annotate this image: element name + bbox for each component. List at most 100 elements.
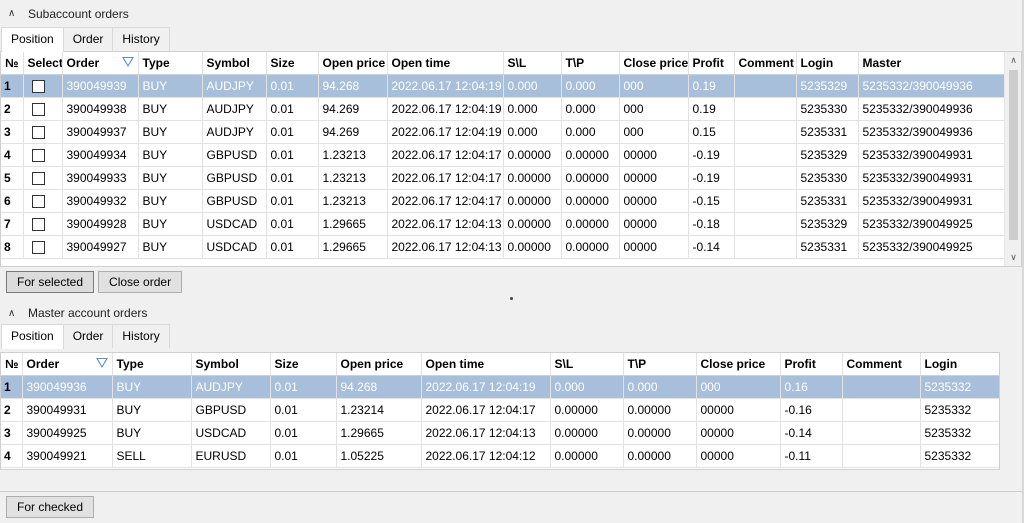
select-checkbox[interactable] — [31, 148, 45, 162]
select-checkbox[interactable] — [31, 217, 45, 231]
chevron-up-icon[interactable]: ∧ — [8, 308, 20, 319]
select-checkbox[interactable] — [31, 240, 45, 254]
table-cell: -0.11 — [780, 444, 843, 468]
column-header[interactable]: T\P — [561, 52, 620, 75]
table-row[interactable]: 3 390049937 BUY AUDJPY 0.01 94.269 2022.06.17 … — [1, 120, 1006, 144]
select-checkbox[interactable] — [31, 125, 45, 139]
table-row[interactable]: 5 390049933 BUY GBPUSD 0.01 1.23213 2022.06.17… — [1, 166, 1006, 190]
table-cell — [842, 421, 921, 445]
table-cell: 000 — [619, 74, 689, 98]
column-header[interactable]: Open price — [336, 353, 422, 376]
column-header[interactable]: № — [1, 52, 24, 75]
column-header[interactable]: Comment — [842, 353, 921, 376]
chevron-up-icon[interactable]: ∧ — [8, 8, 20, 19]
sort-descending-icon[interactable] — [95, 358, 108, 368]
scroll-up-icon[interactable]: ∧ — [1005, 52, 1021, 69]
column-header[interactable]: Open time — [387, 52, 504, 75]
column-header[interactable]: Login — [920, 353, 999, 376]
column-header[interactable]: Symbol — [191, 353, 271, 376]
table-cell: 0.000 — [503, 97, 562, 121]
for-checked-button[interactable]: For checked — [6, 496, 95, 518]
master-orders-header[interactable]: ∧ Master account orders — [0, 302, 1022, 324]
table-row[interactable]: 7 390049928 BUY USDCAD 0.01 1.29665 2022.06.17… — [1, 212, 1006, 236]
column-header[interactable]: Login — [796, 52, 859, 75]
column-header[interactable]: Symbol — [202, 52, 267, 75]
table-cell: 94.269 — [318, 97, 388, 121]
table-row[interactable]: 1 390049939 BUY AUDJPY 0.01 94.268 2022.06.17 … — [1, 74, 1006, 98]
table-row[interactable]: 3 390049925 BUY USDCAD 0.01 1.29665 2022.06.17… — [1, 421, 999, 445]
table-row[interactable]: 1 390049936 BUY AUDJPY 0.01 94.268 2022.06.17 … — [1, 375, 999, 399]
table-row[interactable]: 6 390049932 BUY GBPUSD 0.01 1.23213 2022.06.17… — [1, 189, 1006, 213]
table-cell: 390049928 — [62, 212, 139, 236]
table-cell: 5235331 — [796, 189, 859, 213]
row-number: 4 — [1, 444, 23, 468]
select-checkbox[interactable] — [31, 79, 45, 93]
column-header[interactable]: Size — [266, 52, 319, 75]
column-header[interactable]: Order — [62, 52, 139, 75]
sort-descending-icon[interactable] — [121, 57, 134, 67]
column-header[interactable]: Size — [270, 353, 337, 376]
table-cell: BUY — [138, 120, 203, 144]
table-cell: 0.00000 — [561, 143, 620, 167]
column-header[interactable]: Open time — [421, 353, 551, 376]
table-cell: 390049939 — [62, 74, 139, 98]
table-cell: 0.00000 — [561, 235, 620, 259]
table-cell: 000 — [696, 375, 781, 399]
tab-position[interactable]: Position — [1, 27, 64, 52]
column-header[interactable]: Profit — [780, 353, 843, 376]
tab-order[interactable]: Order — [62, 27, 114, 51]
column-header[interactable]: Order — [22, 353, 113, 376]
table-cell: BUY — [138, 74, 203, 98]
subaccount-orders-header[interactable]: ∧ Subaccount orders — [0, 0, 1022, 27]
column-header[interactable]: T\P — [623, 353, 697, 376]
select-checkbox[interactable] — [31, 102, 45, 116]
table-row[interactable]: 8 390049927 BUY USDCAD 0.01 1.29665 2022.06.17… — [1, 235, 1006, 259]
column-header[interactable]: Close price — [619, 52, 689, 75]
tab-order[interactable]: Order — [62, 324, 114, 348]
column-header[interactable]: Type — [112, 353, 192, 376]
column-header[interactable]: Master — [858, 52, 1006, 75]
table-cell: 390049927 — [62, 235, 139, 259]
row-number: 5 — [1, 166, 24, 190]
scroll-down-icon[interactable]: ∨ — [1005, 249, 1021, 266]
column-header[interactable]: Close price — [696, 353, 781, 376]
table-cell: 0.01 — [266, 74, 319, 98]
table-cell: BUY — [112, 398, 192, 422]
table-cell: 0.000 — [550, 375, 624, 399]
table-cell: -0.19 — [688, 166, 735, 190]
select-checkbox[interactable] — [31, 171, 45, 185]
table-row[interactable]: 2 390049938 BUY AUDJPY 0.01 94.269 2022.06.17 … — [1, 97, 1006, 121]
column-header[interactable]: Type — [138, 52, 203, 75]
column-header[interactable]: S\L — [550, 353, 624, 376]
table-cell: 0.00000 — [561, 189, 620, 213]
subaccount-action-buttons: For selected Close order — [6, 271, 183, 293]
column-header[interactable]: Open price — [318, 52, 388, 75]
table-cell: 0.00000 — [503, 143, 562, 167]
column-header[interactable]: S\L — [503, 52, 562, 75]
table-cell: 390049934 — [62, 143, 139, 167]
table-cell: 0.00000 — [623, 398, 697, 422]
tab-history[interactable]: History — [112, 27, 170, 51]
table-cell: 0.00000 — [550, 421, 624, 445]
scrollbar-thumb[interactable] — [1009, 70, 1018, 240]
for-selected-button[interactable]: For selected — [6, 271, 95, 293]
table-row[interactable]: 4 390049934 BUY GBPUSD 0.01 1.23213 2022.06.17… — [1, 143, 1006, 167]
column-header[interactable]: № — [1, 353, 23, 376]
table-cell — [23, 143, 63, 167]
table-cell: 2022.06.17 12:04:17 — [387, 189, 504, 213]
column-header[interactable]: Comment — [734, 52, 797, 75]
close-order-button[interactable]: Close order — [98, 271, 183, 293]
table-cell — [23, 97, 63, 121]
table-row[interactable]: 2 390049931 BUY GBPUSD 0.01 1.23214 2022.06.17… — [1, 398, 999, 422]
table-row[interactable]: 4 390049921 SELL EURUSD 0.01 1.05225 2022.06.1… — [1, 444, 999, 468]
column-header[interactable]: Select — [23, 52, 63, 75]
table-cell: 390049936 — [22, 375, 113, 399]
tab-position[interactable]: Position — [1, 324, 64, 349]
row-number: 3 — [1, 421, 23, 445]
select-checkbox[interactable] — [31, 194, 45, 208]
column-header[interactable]: Profit — [688, 52, 735, 75]
table-cell: 2022.06.17 12:04:13 — [421, 421, 551, 445]
table-cell: 5235331 — [796, 120, 859, 144]
tab-history[interactable]: History — [112, 324, 170, 348]
vertical-scrollbar[interactable]: ∧ ∨ — [1004, 52, 1021, 266]
